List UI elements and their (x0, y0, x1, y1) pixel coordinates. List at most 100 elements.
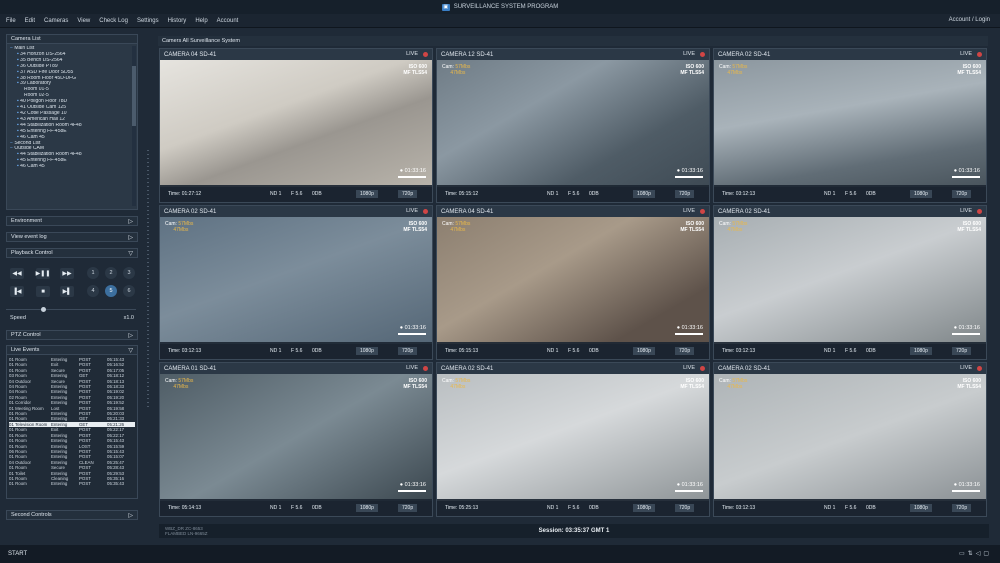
camera-tile[interactable]: CAMERA 12 SD-41 LIVE Cam: 57Mbs 47Mbs IS… (436, 48, 710, 203)
nd-filter: ND 1 (547, 505, 559, 511)
live-events-header[interactable]: Live Events ▽ (6, 345, 138, 355)
forward-button[interactable]: ▶▶ (60, 268, 74, 279)
resolution-720-button[interactable]: 720p (398, 504, 418, 512)
next-button[interactable]: ▶▌ (60, 286, 74, 297)
event-location: 01 Room (9, 481, 27, 487)
menu-edit[interactable]: Edit (25, 18, 35, 24)
resolution-1080-button[interactable]: 1080p (633, 347, 655, 355)
live-indicator: LIVE (960, 365, 972, 371)
close-icon[interactable] (700, 366, 705, 371)
camera-title-bar: CAMERA 02 SD-41 LIVE (160, 206, 432, 217)
view-event-log-button[interactable]: View event log ▷ (6, 232, 138, 242)
resolution-1080-button[interactable]: 1080p (910, 504, 932, 512)
camera-tile[interactable]: CAMERA 02 SD-41 LIVE Cam: 57Mbs 47Mbs IS… (159, 205, 433, 360)
menu-check-log[interactable]: Check Log (99, 18, 128, 24)
menu-history[interactable]: History (168, 18, 187, 24)
nd-filter: ND 1 (824, 348, 836, 354)
camera-tile[interactable]: CAMERA 04 SD-41 LIVE ISO 600 MF TLS54 ● … (159, 48, 433, 203)
channel-1-button[interactable]: 1 (87, 267, 99, 279)
camera-feed[interactable] (160, 217, 432, 344)
close-icon[interactable] (700, 52, 705, 57)
playback-control-header[interactable]: Playback Control ▽ (6, 248, 138, 258)
resolution-1080-button[interactable]: 1080p (356, 347, 378, 355)
menu-view[interactable]: View (77, 18, 90, 24)
channel-6-button[interactable]: 6 (123, 285, 135, 297)
resolution-1080-button[interactable]: 1080p (633, 190, 655, 198)
speed-slider[interactable] (6, 309, 136, 310)
stop-button[interactable]: ■ (36, 286, 50, 297)
resolution-720-button[interactable]: 720p (675, 347, 695, 355)
tree-node-label: 44 Stabilization Room 4F48 (20, 152, 82, 158)
camera-feed[interactable] (437, 374, 709, 501)
tree-node[interactable]: ▪ 46 Cam 45 (10, 164, 134, 170)
resolution-1080-button[interactable]: 1080p (633, 504, 655, 512)
record-time: 01:33:16 (958, 168, 980, 174)
camera-tile[interactable]: CAMERA 01 SD-41 LIVE Cam: 57Mbs 47Mbs IS… (159, 362, 433, 517)
resolution-1080-button[interactable]: 1080p (356, 504, 378, 512)
chevron-down-icon: ▽ (128, 348, 133, 354)
event-method: POST (79, 481, 91, 487)
menu-help[interactable]: Help (195, 18, 207, 24)
camera-tile[interactable]: CAMERA 02 SD-41 LIVE Cam: 57Mbs 47Mbs IS… (713, 205, 987, 360)
resolution-1080-button[interactable]: 1080p (356, 190, 378, 198)
tree-scroll-thumb[interactable] (132, 66, 136, 126)
camera-tile[interactable]: CAMERA 02 SD-41 LIVE Cam: 57Mbs 47Mbs IS… (713, 362, 987, 517)
close-icon[interactable] (977, 52, 982, 57)
environment-button[interactable]: Environment ▷ (6, 216, 138, 226)
camera-feed[interactable] (437, 217, 709, 344)
channel-5-button[interactable]: 5 (105, 285, 117, 297)
resolution-720-button[interactable]: 720p (675, 190, 695, 198)
channel-2-button[interactable]: 2 (105, 267, 117, 279)
nd-filter: ND 1 (547, 191, 559, 197)
camera-tile[interactable]: CAMERA 02 SD-41 LIVE Cam: 57Mbs 47Mbs IS… (436, 362, 710, 517)
play-pause-button[interactable]: ▶❚❚ (36, 268, 50, 279)
camera-tile[interactable]: CAMERA 04 SD-41 LIVE Cam: 57Mbs 47Mbs IS… (436, 205, 710, 360)
menu-file[interactable]: File (6, 18, 16, 24)
resolution-1080-button[interactable]: 1080p (910, 347, 932, 355)
close-icon[interactable] (700, 209, 705, 214)
resolution-720-button[interactable]: 720p (952, 504, 972, 512)
resolution-720-button[interactable]: 720p (675, 504, 695, 512)
screen-icon[interactable]: ▭ (959, 551, 968, 557)
close-icon[interactable] (977, 366, 982, 371)
tree-node-label: 37 ASD Fire Door SD55 (20, 69, 74, 75)
camera-feed[interactable] (714, 217, 986, 344)
channel-4-button[interactable]: 4 (87, 285, 99, 297)
resolution-720-button[interactable]: 720p (952, 190, 972, 198)
menu-cameras[interactable]: Cameras (44, 18, 68, 24)
start-button[interactable]: START (8, 551, 27, 557)
record-underline (952, 333, 980, 335)
close-icon[interactable] (423, 209, 428, 214)
camera-feed[interactable] (437, 60, 709, 187)
speed-slider-knob[interactable] (41, 307, 47, 312)
close-icon[interactable] (423, 366, 428, 371)
close-icon[interactable] (977, 209, 982, 214)
ptz-control-button[interactable]: PTZ Control ▷ (6, 330, 138, 340)
panel-divider[interactable] (147, 150, 149, 410)
resolution-1080-button[interactable]: 1080p (910, 190, 932, 198)
second-controls-button[interactable]: Second Controls ▷ (6, 510, 138, 520)
aperture: F 5.6 (291, 505, 303, 511)
network-icon[interactable]: ⇅ (968, 551, 976, 557)
resolution-720-button[interactable]: 720p (398, 347, 418, 355)
close-icon[interactable] (423, 52, 428, 57)
rewind-button[interactable]: ◀◀ (10, 268, 24, 279)
channel-3-button[interactable]: 3 (123, 267, 135, 279)
aperture: F 5.6 (845, 505, 857, 511)
camera-feed[interactable] (714, 60, 986, 187)
menu-account[interactable]: Account (217, 18, 239, 24)
tree-node-label: 42 Cotie Passage 10 (20, 110, 67, 116)
menu-settings[interactable]: Settings (137, 18, 159, 24)
account-login-link[interactable]: Account / Login (949, 17, 990, 23)
camera-tile[interactable]: CAMERA 02 SD-41 LIVE Cam: 57Mbs 47Mbs IS… (713, 48, 987, 203)
event-row[interactable]: 01 Room Entering POST 05:35:43 (9, 481, 135, 486)
tree-scrollbar[interactable] (132, 46, 136, 206)
resolution-720-button[interactable]: 720p (398, 190, 418, 198)
camera-feed[interactable] (160, 374, 432, 501)
camera-feed[interactable] (160, 60, 432, 187)
previous-button[interactable]: ▐◀ (10, 286, 24, 297)
chat-icon[interactable]: ▢ (983, 551, 992, 557)
resolution-720-button[interactable]: 720p (952, 347, 972, 355)
recording-timer: ● 01:33:16 (953, 482, 980, 488)
camera-feed[interactable] (714, 374, 986, 501)
